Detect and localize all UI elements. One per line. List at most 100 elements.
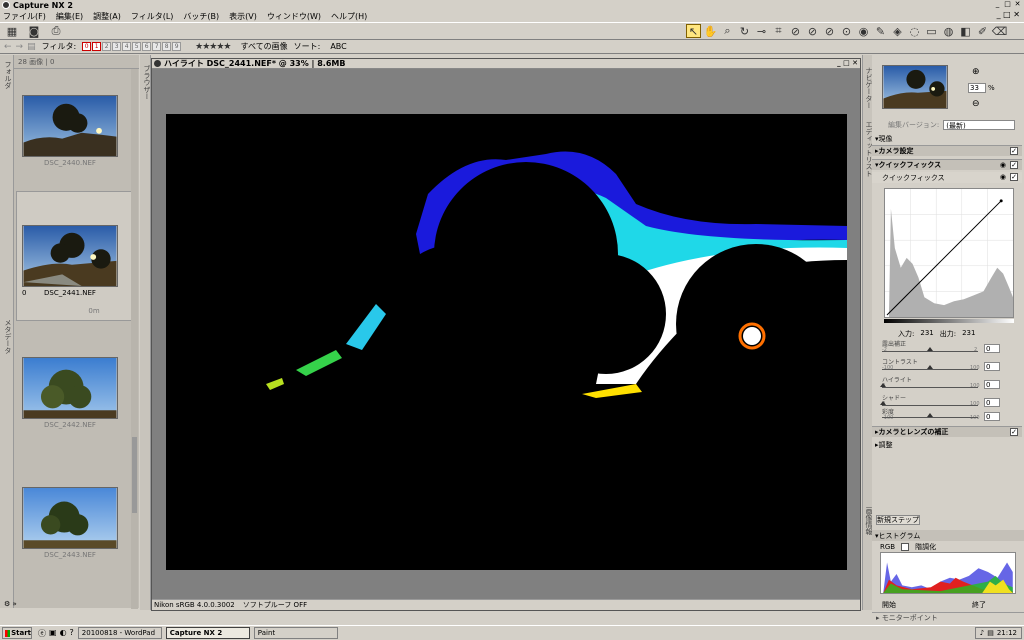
contrast-slider[interactable] bbox=[882, 369, 978, 370]
thumbnail-image[interactable] bbox=[22, 225, 118, 287]
sort-dropdown[interactable]: ABC bbox=[330, 42, 346, 51]
contrast-slider-knob[interactable] bbox=[927, 365, 933, 369]
menu-view[interactable]: 表示(V) bbox=[229, 11, 257, 22]
label-box[interactable]: 1 bbox=[92, 42, 102, 51]
zoom-tool-icon[interactable]: ⌕ bbox=[720, 24, 735, 38]
new-step-button[interactable]: 新規ステップ bbox=[876, 515, 920, 525]
ie-icon[interactable]: ⓔ bbox=[38, 628, 46, 639]
image-window-controls[interactable]: _ □ ✕ bbox=[837, 59, 858, 67]
help-icon[interactable]: ? bbox=[70, 628, 74, 639]
label-box[interactable]: 4 bbox=[122, 42, 132, 51]
browser-scrollbar[interactable] bbox=[131, 69, 138, 609]
rotate-icon[interactable]: ↻ bbox=[737, 24, 752, 38]
saturation-slider[interactable] bbox=[882, 417, 978, 418]
zoom-out-icon[interactable]: ⊖ bbox=[972, 99, 980, 109]
folder-up-icon[interactable]: ▤ bbox=[27, 42, 36, 52]
explorer-icon[interactable]: ▣ bbox=[49, 628, 57, 639]
highlight-slider-knob[interactable] bbox=[880, 383, 886, 387]
red-eye-icon[interactable]: ◉ bbox=[856, 24, 871, 38]
menu-help[interactable]: ヘルプ(H) bbox=[331, 11, 367, 22]
marquee-icon[interactable]: ▭ bbox=[924, 24, 939, 38]
label-box[interactable]: 9 bbox=[172, 42, 182, 51]
selection-brush-icon[interactable]: ◈ bbox=[890, 24, 905, 38]
navigator-thumbnail[interactable] bbox=[882, 65, 948, 109]
channel-dropdown[interactable]: RGB bbox=[880, 543, 895, 551]
shadow-slider-knob[interactable] bbox=[880, 401, 886, 405]
auto-retouch-icon[interactable]: ✎ bbox=[873, 24, 888, 38]
highlight-warning-canvas[interactable] bbox=[166, 114, 847, 570]
volume-icon[interactable]: ♪ bbox=[980, 629, 984, 637]
label-box[interactable]: 0 bbox=[82, 42, 92, 51]
adjust-section[interactable]: ▸ 調整 bbox=[872, 439, 1022, 450]
star-filter[interactable]: ★★★★★ bbox=[195, 42, 231, 52]
minimize-icon[interactable]: _ bbox=[993, 0, 1002, 9]
neutral-point-icon[interactable]: ⊘ bbox=[822, 24, 837, 38]
workspace-icon[interactable]: ▦ bbox=[4, 24, 20, 38]
menu-window[interactable]: ウィンドウ(W) bbox=[267, 11, 321, 22]
label-box[interactable]: 8 bbox=[162, 42, 172, 51]
shadow-value[interactable]: 0 bbox=[984, 398, 1000, 407]
saturation-value[interactable]: 0 bbox=[984, 412, 1000, 421]
saturation-slider-knob[interactable] bbox=[927, 413, 933, 417]
develop-section[interactable]: ▾ 現像 bbox=[872, 133, 1022, 144]
label-box[interactable]: 3 bbox=[112, 42, 122, 51]
quickfix-step[interactable]: ▾ クイックフィックス ◉ ✓ bbox=[872, 159, 1022, 170]
menu-adjust[interactable]: 調整(A) bbox=[93, 11, 121, 22]
output-icon[interactable]: ⎙ bbox=[48, 24, 64, 38]
lasso-icon[interactable]: ◌ bbox=[907, 24, 922, 38]
eraser-icon[interactable]: ⌫ bbox=[992, 24, 1008, 38]
forward-arrow-icon[interactable]: → bbox=[16, 42, 24, 52]
network-icon[interactable]: ▤ bbox=[987, 629, 994, 637]
brush-icon[interactable]: ✐ bbox=[975, 24, 990, 38]
menu-file[interactable]: ファイル(F) bbox=[3, 11, 46, 22]
exposure-slider-knob[interactable] bbox=[927, 347, 933, 351]
gradation-checkbox[interactable] bbox=[901, 543, 910, 551]
select-tool-icon[interactable]: ↖ bbox=[686, 24, 701, 38]
camera-icon[interactable]: ◙ bbox=[26, 24, 42, 38]
right-panel-strip[interactable]: ナビゲーター エディットリスト 画像情報 bbox=[862, 55, 873, 610]
step-checkbox[interactable]: ✓ bbox=[1010, 428, 1018, 436]
highlight-slider[interactable] bbox=[882, 387, 978, 388]
soft-proof-toggle[interactable]: ソフトプルーフ OFF bbox=[243, 600, 307, 610]
quickfix-substep[interactable]: クイックフィックス ◉ ✓ bbox=[872, 172, 1022, 183]
highlight-value[interactable]: 0 bbox=[984, 380, 1000, 389]
close-icon[interactable]: ✕ bbox=[1013, 0, 1022, 9]
contrast-value[interactable]: 0 bbox=[984, 362, 1000, 371]
back-arrow-icon[interactable]: ← bbox=[4, 42, 12, 52]
task-paint[interactable]: Paint bbox=[253, 627, 338, 639]
maximize-icon[interactable]: □ bbox=[1003, 0, 1012, 9]
all-images-dropdown[interactable]: すべての画像 bbox=[241, 41, 288, 52]
white-point-icon[interactable]: ⊘ bbox=[805, 24, 820, 38]
shadow-slider[interactable] bbox=[882, 405, 978, 406]
scrollbar-thumb[interactable] bbox=[132, 437, 137, 513]
zoom-input[interactable]: 33 bbox=[968, 83, 986, 93]
black-point-icon[interactable]: ⊘ bbox=[788, 24, 803, 38]
fill-icon[interactable]: ◍ bbox=[941, 24, 956, 38]
media-icon[interactable]: ◐ bbox=[60, 628, 67, 639]
menu-edit[interactable]: 編集(E) bbox=[56, 11, 83, 22]
monitor-point-section[interactable]: ▸ モニターポイント bbox=[872, 612, 1024, 622]
menu-batch[interactable]: バッチ(B) bbox=[183, 11, 219, 22]
browser-footer[interactable]: ⚙ » bbox=[0, 600, 140, 610]
thumbnail-rating[interactable]: 0 bbox=[22, 289, 34, 297]
gradient-icon[interactable]: ◧ bbox=[958, 24, 973, 38]
browser-panel-strip[interactable]: ブラウザー bbox=[140, 55, 151, 610]
version-dropdown[interactable]: (最新) bbox=[943, 120, 1016, 130]
label-box[interactable]: 2 bbox=[102, 42, 112, 51]
crop-icon[interactable]: ⌗ bbox=[771, 24, 786, 38]
visibility-icon[interactable]: ◉ bbox=[1000, 161, 1006, 169]
zoom-in-icon[interactable]: ⊕ bbox=[972, 67, 980, 77]
step-checkbox[interactable]: ✓ bbox=[1010, 147, 1018, 155]
exposure-value[interactable]: 0 bbox=[984, 344, 1000, 353]
start-button[interactable]: Start bbox=[2, 627, 32, 639]
thumbnail-image[interactable] bbox=[22, 95, 118, 157]
levels-curves-graph[interactable] bbox=[884, 188, 1014, 318]
label-box[interactable]: 7 bbox=[152, 42, 162, 51]
thumbnail-image[interactable] bbox=[22, 487, 118, 549]
color-picker-icon[interactable]: ⊙ bbox=[839, 24, 854, 38]
step-checkbox[interactable]: ✓ bbox=[1010, 173, 1018, 181]
task-wordpad[interactable]: 20100818 - WordPad bbox=[77, 627, 162, 639]
histogram-header[interactable]: ▾ ヒストグラム bbox=[872, 530, 1024, 541]
label-box[interactable]: 6 bbox=[142, 42, 152, 51]
hand-tool-icon[interactable]: ✋ bbox=[703, 24, 718, 38]
